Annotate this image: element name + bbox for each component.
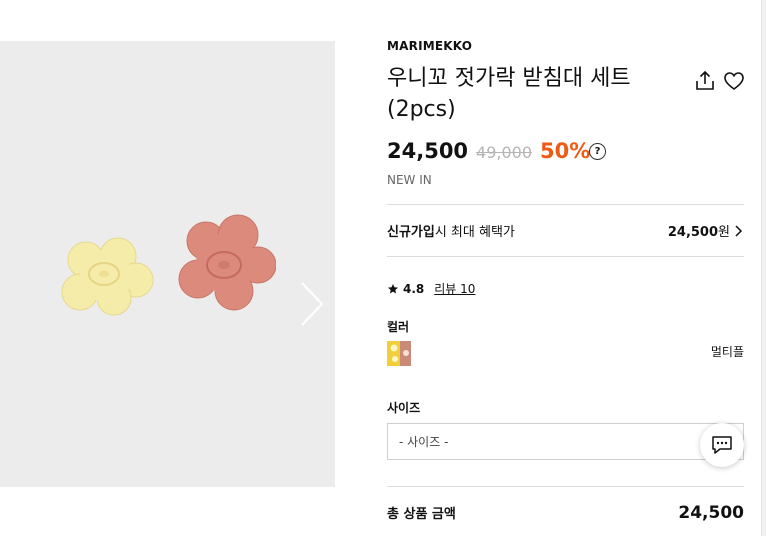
review-count-link[interactable]: 리뷰 10 [434, 280, 475, 297]
product-info: MARIMEKKO 우니꼬 젓가락 받침대 세트 (2pcs) 24,500 4… [387, 0, 744, 536]
size-label: 사이즈 [387, 401, 421, 415]
original-price: 49,000 [476, 143, 533, 162]
yellow-flower-chopstick-rest-image [61, 237, 154, 316]
share-icon[interactable] [693, 69, 717, 93]
benefit-amount: 24,500 [667, 225, 719, 240]
benefit-price: 24,500원 [668, 221, 744, 240]
benefit-label-bold: 신규가입 [387, 225, 435, 240]
price-row: 24,500 49,000 50% [387, 139, 590, 169]
rating-summary: 4.8 리뷰 10 [387, 280, 475, 297]
product-title: 우니꼬 젓가락 받침대 세트 (2pcs) [387, 66, 631, 122]
page-scrollbar[interactable] [761, 0, 766, 536]
brand-name[interactable]: MARIMEKKO [387, 39, 472, 53]
pink-flower-chopstick-rest-image [178, 214, 276, 311]
divider [387, 486, 744, 487]
heart-icon[interactable] [722, 69, 746, 93]
total-price-row: 총 상품 금액 24,500 [387, 503, 744, 523]
divider [387, 256, 744, 257]
rating-score: 4.8 [403, 281, 425, 296]
member-benefit-row[interactable]: 신규가입시 최대 혜택가 24,500원 [387, 205, 744, 256]
total-price-label: 총 상품 금액 [387, 507, 456, 522]
color-label: 컬러 [387, 320, 410, 334]
star-icon [388, 283, 398, 293]
size-select-value: - 사이즈 - [399, 435, 449, 449]
new-in-badge: NEW IN [387, 173, 432, 187]
selected-color-name: 멀티플 [710, 345, 744, 359]
product-image-gallery [0, 41, 335, 487]
discount-rate: 50% [540, 139, 591, 163]
chevron-right-icon[interactable] [296, 279, 326, 329]
benefit-label-rest: 시 최대 혜택가 [434, 225, 515, 240]
chat-icon [712, 436, 732, 454]
size-select[interactable]: - 사이즈 - [387, 423, 744, 460]
price-help-icon[interactable]: ? [589, 143, 606, 160]
chat-button[interactable] [700, 423, 744, 467]
total-price-value: 24,500 [678, 503, 744, 523]
color-swatch-multi[interactable] [387, 341, 411, 366]
benefit-currency: 원 [718, 225, 730, 240]
chevron-right-icon [735, 224, 743, 237]
benefit-label: 신규가입시 최대 혜택가 [387, 221, 515, 240]
sale-price: 24,500 [387, 139, 469, 163]
